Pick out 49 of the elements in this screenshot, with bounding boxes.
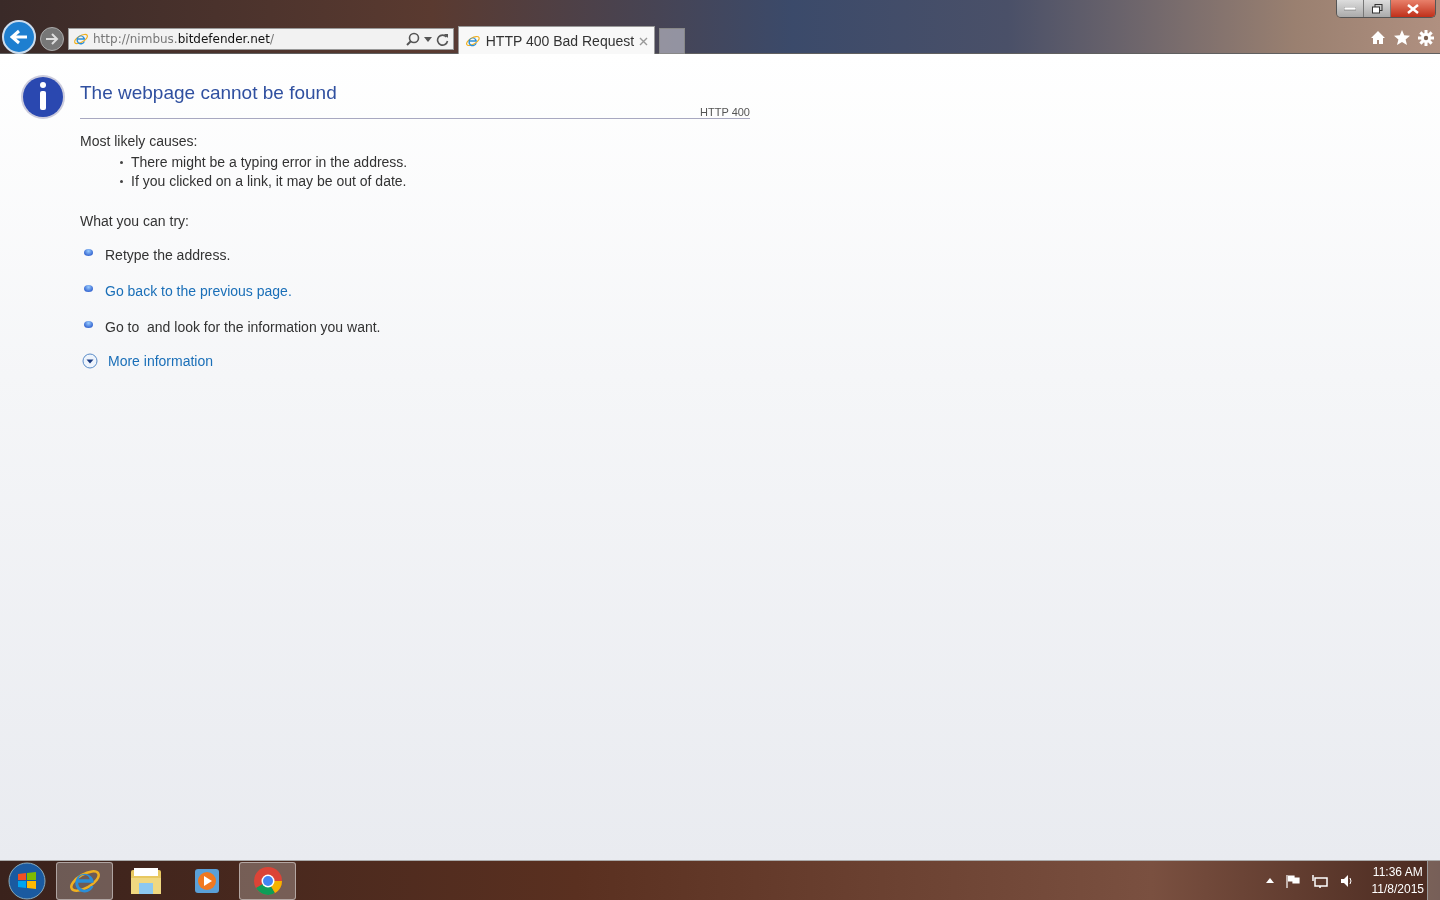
bullet-icon: [120, 161, 123, 164]
address-bar[interactable]: http://nimbus.bitdefender.net/: [68, 28, 454, 50]
folder-icon: [129, 865, 162, 896]
close-button[interactable]: [1391, 0, 1435, 17]
e-logo-icon: [465, 33, 481, 49]
restore-button[interactable]: [1364, 0, 1391, 17]
caret-icon[interactable]: [1265, 878, 1274, 883]
speaker-icon[interactable]: [1339, 873, 1352, 888]
close-icon: [1407, 3, 1419, 14]
e-logo-icon: [73, 31, 89, 47]
close-tab-icon[interactable]: [639, 36, 648, 46]
more-information-link[interactable]: More information: [108, 353, 214, 369]
play-icon: [193, 867, 220, 894]
cause-text: If you clicked on a link, it may be out of date.: [131, 172, 407, 191]
expand-icon[interactable]: [82, 353, 98, 369]
error-title: The webpage cannot be found: [80, 82, 338, 104]
bullet-icon: [84, 284, 93, 292]
arrow-left-icon: [10, 29, 28, 45]
bullet-icon: [84, 320, 93, 328]
forward-button[interactable]: [40, 27, 64, 51]
search-icon[interactable]: [406, 32, 420, 46]
settings-icon[interactable]: [1418, 30, 1434, 46]
bullet-icon: [84, 248, 93, 256]
refresh-icon[interactable]: [436, 32, 449, 46]
suggestion-text: Go to and look for the information you want.: [105, 319, 381, 335]
arrow-right-icon: [45, 33, 59, 45]
back-link[interactable]: Go back to the previous page.: [105, 283, 292, 299]
caret-icon[interactable]: [424, 36, 432, 42]
suggestion-text: Retype the address.: [105, 247, 231, 263]
cause-text: There might be a typing error in the address.: [131, 153, 408, 172]
causes-heading: Most likely causes:: [80, 133, 199, 149]
star-icon[interactable]: [1394, 30, 1410, 45]
error-code: HTTP 400: [700, 106, 750, 118]
taskbar-app[interactable]: [239, 861, 296, 900]
restore-icon: [1371, 3, 1383, 14]
home-icon[interactable]: [1370, 30, 1386, 45]
chrome-logo-icon: [252, 865, 283, 896]
monitor-icon[interactable]: [1311, 873, 1328, 888]
info-icon: [20, 74, 66, 120]
minimize-icon: [1344, 6, 1356, 11]
start-button[interactable]: [8, 861, 46, 900]
taskbar-app[interactable]: [56, 861, 113, 900]
try-heading: What you can try:: [80, 213, 190, 229]
minimize-button[interactable]: [1337, 0, 1364, 17]
browser-tab[interactable]: HTTP 400 Bad Request: [458, 26, 655, 56]
clock[interactable]: 11:36 AM 11/8/2015: [1371, 863, 1424, 898]
back-button[interactable]: [2, 20, 36, 54]
flag-icon[interactable]: [1285, 873, 1300, 888]
bullet-icon: [120, 180, 123, 183]
